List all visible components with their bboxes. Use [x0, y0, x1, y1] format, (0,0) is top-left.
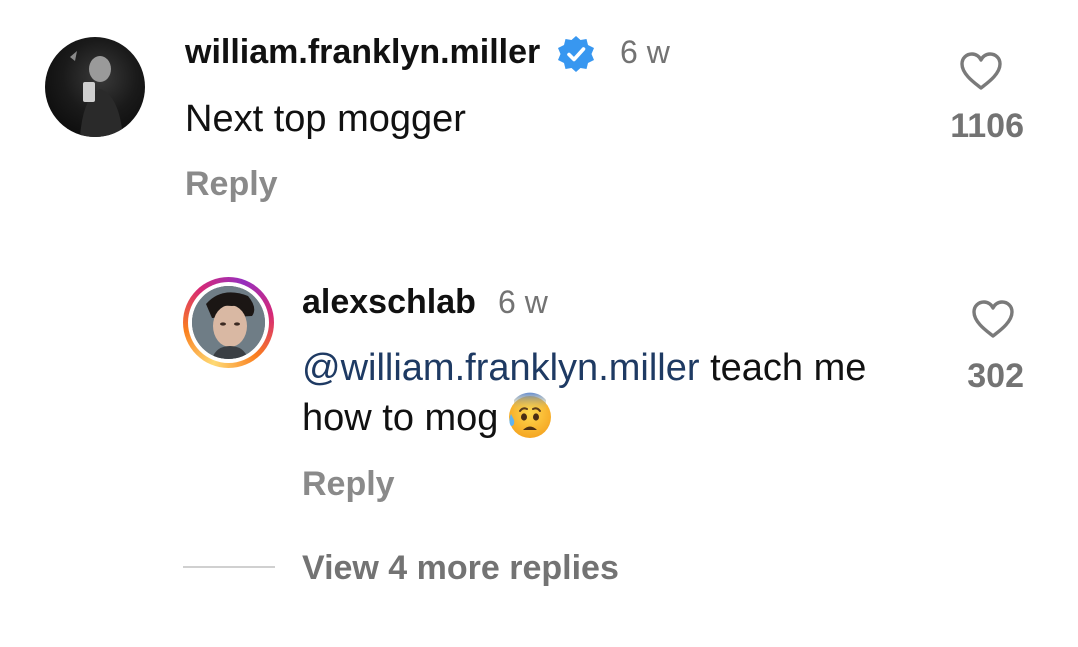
anxious-face-with-sweat-icon [509, 392, 552, 438]
comment-text: Next top mogger [185, 98, 466, 140]
replier-avatar[interactable] [192, 286, 265, 359]
reply-button[interactable]: Reply [302, 462, 395, 506]
verified-badge-icon [558, 36, 594, 72]
avatar-photo [192, 286, 265, 359]
user-mention-link[interactable]: @william.franklyn.miller [302, 347, 700, 389]
replier-username[interactable]: alexschlab [302, 280, 476, 324]
reply-button[interactable]: Reply [185, 162, 278, 206]
thread-divider [183, 566, 275, 568]
avatar-photo [70, 51, 123, 137]
reply-timestamp: 6 w [498, 284, 548, 320]
commenter-avatar[interactable] [45, 37, 145, 137]
heart-outline-icon[interactable] [958, 50, 1004, 92]
heart-outline-icon[interactable] [970, 298, 1016, 340]
view-more-replies-button[interactable]: View 4 more replies [302, 546, 619, 590]
comment-like-count: 1106 [950, 107, 1024, 145]
commenter-username[interactable]: william.franklyn.miller [185, 30, 540, 74]
reply-text: @william.franklyn.miller teach me how to… [302, 344, 912, 442]
reply-like-count: 302 [967, 357, 1024, 395]
comment-timestamp: 6 w [620, 34, 670, 70]
